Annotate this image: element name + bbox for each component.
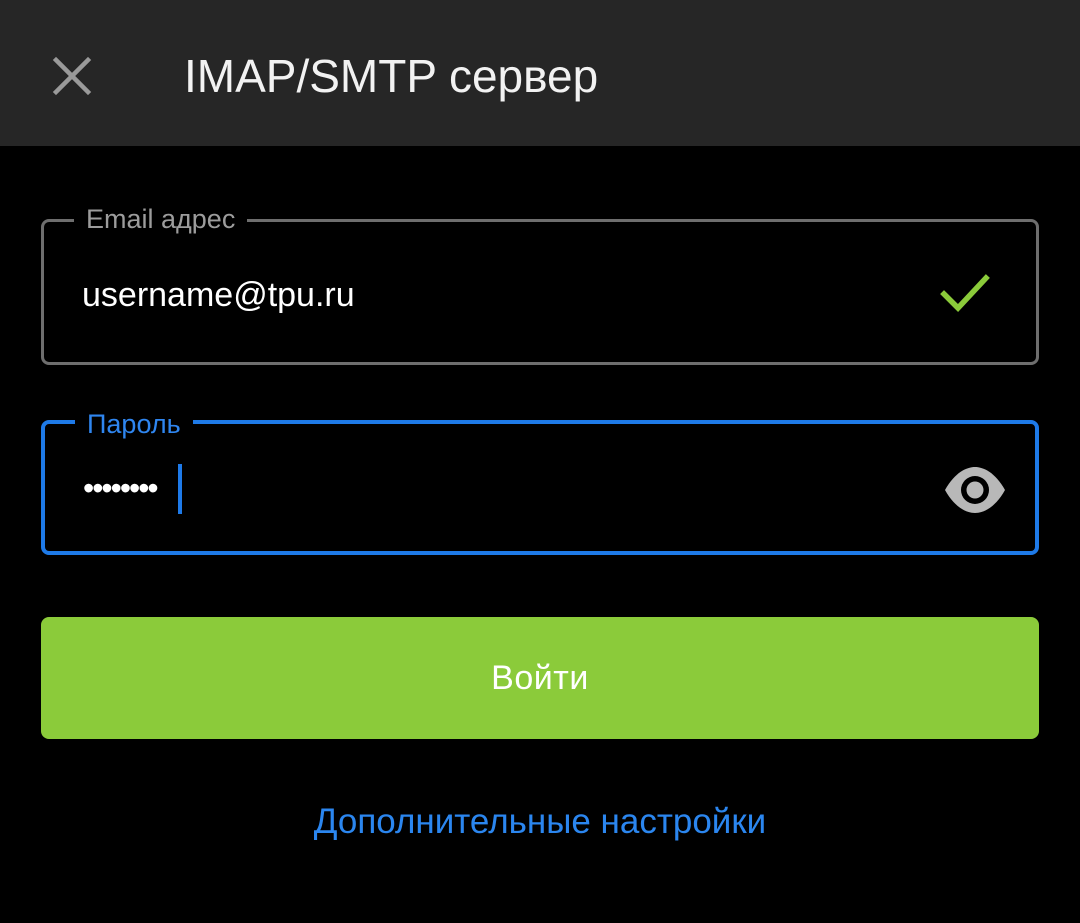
password-field[interactable]: Пароль •••••••• [41, 404, 1039, 555]
password-field-label: Пароль [75, 404, 193, 444]
email-input[interactable]: username@tpu.ru [82, 273, 355, 317]
page-title: IMAP/SMTP сервер [184, 50, 599, 102]
email-field-label: Email адрес [74, 199, 248, 239]
login-button-label: Войти [491, 658, 589, 697]
close-button[interactable] [40, 44, 104, 108]
text-cursor [178, 464, 182, 514]
email-field[interactable]: Email адрес username@tpu.ru [41, 199, 1039, 365]
eye-icon[interactable] [943, 463, 1007, 517]
additional-settings-link[interactable]: Дополнительные настройки [0, 796, 1080, 848]
close-icon [52, 56, 92, 96]
check-icon [940, 274, 990, 312]
top-app-bar: IMAP/SMTP сервер [0, 0, 1080, 146]
login-button[interactable]: Войти [41, 617, 1039, 739]
password-input[interactable]: •••••••• [83, 466, 159, 510]
